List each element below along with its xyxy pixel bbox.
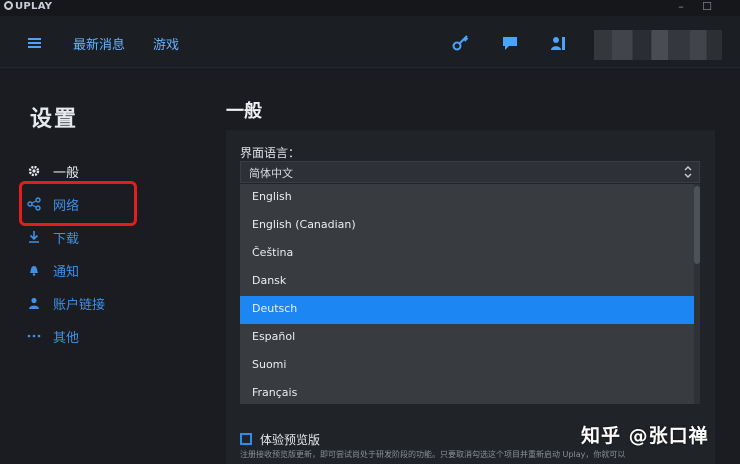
- nav-news[interactable]: 最新消息: [73, 34, 125, 53]
- maximize-icon[interactable]: ☐: [696, 0, 718, 16]
- gear-icon: [28, 165, 40, 177]
- sidebar-item-other[interactable]: 其他: [27, 327, 177, 347]
- preview-checkbox[interactable]: [240, 433, 252, 445]
- settings-title: 设置: [30, 107, 79, 132]
- language-option[interactable]: Čeština: [240, 240, 694, 268]
- language-option-highlighted[interactable]: Deutsch: [240, 296, 694, 324]
- sidebar-item-label: 通知: [53, 265, 80, 280]
- uplay-logo: UPLAY: [4, 1, 52, 12]
- profile-avatar[interactable]: [594, 30, 722, 60]
- general-settings-panel: 界面语言： 简体中文 English English (Canadian) Če…: [226, 130, 715, 464]
- friends-icon[interactable]: [548, 33, 568, 53]
- preview-description: 注册接收预览版更新，即可尝试尚处于研发阶段的功能。只要取消勾选这个项目并重新启动…: [240, 450, 626, 459]
- app-logo-text: UPLAY: [15, 1, 53, 12]
- sidebar-item-download[interactable]: 下载: [27, 228, 177, 248]
- title-bar: UPLAY – ☐: [0, 0, 740, 16]
- annotation-highlight-box: [19, 181, 137, 226]
- section-title: 一般: [226, 101, 262, 122]
- language-label: 界面语言：: [240, 146, 301, 160]
- key-icon[interactable]: [451, 33, 471, 53]
- sidebar-item-account-links[interactable]: 账户链接: [27, 294, 177, 314]
- watermark: 知乎 @张口禅: [581, 425, 709, 447]
- nav-games[interactable]: 游戏: [153, 34, 179, 53]
- download-icon: [29, 231, 39, 243]
- bell-icon: [30, 266, 38, 276]
- top-nav: 最新消息 游戏: [0, 16, 740, 68]
- user-icon: [29, 297, 39, 309]
- select-arrows-icon: [684, 166, 692, 178]
- language-option[interactable]: Français: [240, 380, 694, 404]
- language-option-label: Suomi: [252, 358, 287, 371]
- sidebar-item-label: 其他: [53, 331, 80, 346]
- preview-checkbox-label: 体验预览版: [260, 433, 321, 447]
- sidebar-item-label: 下载: [53, 232, 80, 247]
- language-option-label: English (Canadian): [252, 218, 356, 231]
- language-option-label: Čeština: [252, 246, 294, 259]
- language-option[interactable]: Suomi: [240, 352, 694, 380]
- chat-icon[interactable]: [500, 33, 520, 53]
- uplay-logo-icon: [4, 1, 13, 10]
- language-select-value: 简体中文: [249, 167, 293, 180]
- dropdown-scroll-thumb[interactable]: [694, 186, 700, 264]
- sidebar-item-label: 账户链接: [53, 298, 106, 313]
- sidebar-item-label: 一般: [53, 166, 80, 181]
- sidebar-item-general[interactable]: 一般: [27, 162, 177, 182]
- hamburger-icon[interactable]: [28, 38, 41, 48]
- sidebar-item-notifications[interactable]: 通知: [27, 261, 177, 281]
- language-option-label: Français: [252, 386, 298, 399]
- language-option-label: Deutsch: [252, 302, 298, 315]
- language-option[interactable]: Español: [240, 324, 694, 352]
- dropdown-scrollbar[interactable]: [694, 184, 700, 404]
- settings-main: 一般 界面语言： 简体中文 English English (Canadian)…: [210, 69, 740, 464]
- language-select[interactable]: 简体中文: [240, 161, 700, 183]
- language-option-label: Dansk: [252, 274, 287, 287]
- language-option-label: English: [252, 190, 292, 203]
- minimize-icon[interactable]: –: [670, 0, 692, 16]
- language-option-label: Español: [252, 330, 296, 343]
- more-icon: [27, 334, 41, 338]
- language-option[interactable]: English (Canadian): [240, 212, 694, 240]
- language-option[interactable]: Dansk: [240, 268, 694, 296]
- settings-sidebar: 设置 一般 网络 下载 通知 账户链接 其他: [0, 69, 210, 464]
- language-dropdown-list[interactable]: English English (Canadian) Čeština Dansk…: [240, 184, 700, 404]
- language-option[interactable]: English: [240, 184, 694, 212]
